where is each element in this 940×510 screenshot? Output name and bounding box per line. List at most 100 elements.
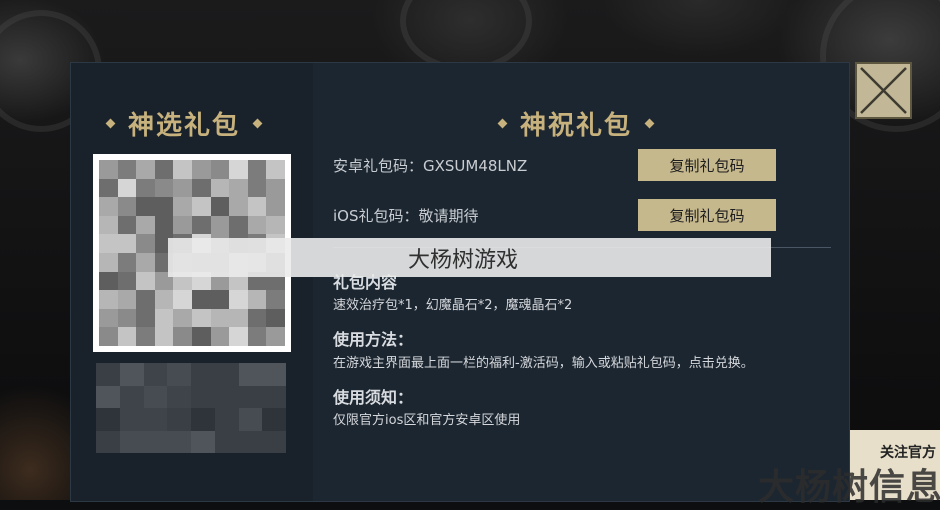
qr-mosaic-cell [247, 308, 267, 328]
caption-mosaic-cell [191, 430, 215, 453]
qr-mosaic-cell [136, 234, 155, 253]
copy-ios-code-button[interactable]: 复制礼包码 [638, 199, 776, 231]
caption-mosaic-cell [191, 385, 215, 408]
qr-mosaic-cell [117, 308, 137, 328]
qr-mosaic-cell [229, 160, 248, 179]
caption-mosaic-cell [96, 430, 120, 453]
qr-mosaic-cell [99, 160, 118, 179]
qr-mosaic-cell [247, 290, 267, 309]
qr-mosaic-cell [117, 215, 137, 235]
diamond-icon [105, 118, 116, 129]
content-text: 速效治疗包*1，幻魔晶石*2，魔魂晶石*2 [333, 298, 573, 313]
qr-mosaic-cell [173, 327, 192, 346]
caption-mosaic-cell [143, 363, 168, 386]
qr-mosaic-cell [229, 178, 248, 198]
qr-mosaic-cell [136, 253, 155, 272]
caption-mosaic-cell [96, 408, 120, 431]
qr-mosaic-cell [229, 327, 248, 346]
qr-mosaic-cell [192, 327, 211, 346]
watermark-banner: 大杨树游戏 [168, 238, 771, 277]
qr-mosaic-cell [247, 178, 267, 198]
caption-mosaic-cell [214, 363, 239, 386]
caption-mosaic-cell [167, 363, 191, 386]
qr-mosaic-cell [266, 308, 285, 328]
caption-mosaic-cell [214, 385, 239, 408]
qr-mosaic-cell [247, 160, 267, 179]
qr-mosaic-cell [136, 308, 155, 328]
qr-mosaic-cell [266, 178, 285, 198]
qr-mosaic-cell [99, 290, 118, 309]
qr-mosaic-cell [136, 197, 155, 216]
qr-mosaic-cell [210, 327, 230, 346]
caption-mosaic-cell [167, 385, 191, 408]
qr-mosaic-cell [210, 178, 230, 198]
qr-mosaic-cell [117, 197, 137, 216]
qr-mosaic-cell [99, 271, 118, 291]
caption-mosaic-cell [262, 430, 286, 453]
caption-mosaic-cell [143, 385, 168, 408]
copy-android-code-button[interactable]: 复制礼包码 [638, 149, 776, 181]
qr-mosaic-cell [117, 271, 137, 291]
qr-mosaic-cell [247, 327, 267, 346]
caption-mosaic-cell [262, 408, 286, 431]
qr-mosaic-cell [173, 160, 192, 179]
diamond-icon [252, 118, 263, 129]
qr-mosaic-cell [229, 197, 248, 216]
qr-mosaic-cell [173, 308, 192, 328]
qr-mosaic-cell [173, 197, 192, 216]
qr-mosaic-cell [266, 160, 285, 179]
qr-mosaic-cell [210, 308, 230, 328]
caption-mosaic-cell [119, 430, 144, 453]
qr-mosaic-cell [154, 327, 174, 346]
caption-mosaic-cell [167, 430, 191, 453]
caption-mosaic-cell [214, 430, 239, 453]
qr-mosaic-cell [266, 290, 285, 309]
qr-mosaic-cell [99, 215, 118, 235]
caption-mosaic-cell [143, 430, 168, 453]
qr-mosaic-cell [229, 290, 248, 309]
qr-mosaic-cell [117, 234, 137, 253]
qr-mosaic-cell [99, 308, 118, 328]
left-panel-title: 神选礼包 [105, 105, 263, 142]
caption-mosaic-cell [96, 363, 120, 386]
caption-mosaic-cell [191, 363, 215, 386]
qr-mosaic-cell [136, 215, 155, 235]
qr-mosaic-cell [210, 290, 230, 309]
qr-mosaic-cell [192, 160, 211, 179]
qr-mosaic-cell [173, 178, 192, 198]
qr-mosaic-cell [192, 197, 211, 216]
qr-mosaic-cell [136, 271, 155, 291]
close-button[interactable] [855, 62, 912, 119]
qr-mosaic-cell [99, 178, 118, 198]
caption-mosaic-cell [262, 385, 286, 408]
qr-mosaic-cell [247, 197, 267, 216]
qr-mosaic-cell [117, 178, 137, 198]
qr-mosaic-cell [192, 215, 211, 235]
qr-mosaic-cell [210, 197, 230, 216]
caption-mosaic-cell [238, 430, 263, 453]
qr-mosaic-cell [247, 215, 267, 235]
caption-mosaic-cell [238, 408, 263, 431]
ios-code-label: iOS礼包码：敬请期待 [333, 207, 479, 225]
qr-mosaic-cell [192, 290, 211, 309]
right-title-text: 神祝礼包 [520, 111, 633, 141]
qr-mosaic-cell [117, 160, 137, 179]
qr-mosaic-cell [173, 215, 192, 235]
caption-mosaic-cell [167, 408, 191, 431]
right-panel-title: 神祝礼包 [497, 105, 655, 142]
qr-mosaic-cell [117, 290, 137, 309]
caption-mosaic-cell [191, 408, 215, 431]
qr-mosaic-cell [136, 290, 155, 309]
qr-mosaic-cell [266, 327, 285, 346]
usage-text: 在游戏主界面最上面一栏的福利-激活码，输入或粘贴礼包码，点击兑换。 [333, 356, 754, 371]
qr-mosaic-cell [99, 234, 118, 253]
qr-mosaic-cell [192, 178, 211, 198]
caption-mosaic-cell [262, 363, 286, 386]
qr-mosaic-cell [266, 215, 285, 235]
qr-mosaic-cell [99, 253, 118, 272]
qr-mosaic-cell [136, 160, 155, 179]
qr-mosaic-cell [229, 215, 248, 235]
caption-mosaic-cell [119, 408, 144, 431]
qr-mosaic-cell [154, 215, 174, 235]
left-title-text: 神选礼包 [128, 111, 241, 141]
